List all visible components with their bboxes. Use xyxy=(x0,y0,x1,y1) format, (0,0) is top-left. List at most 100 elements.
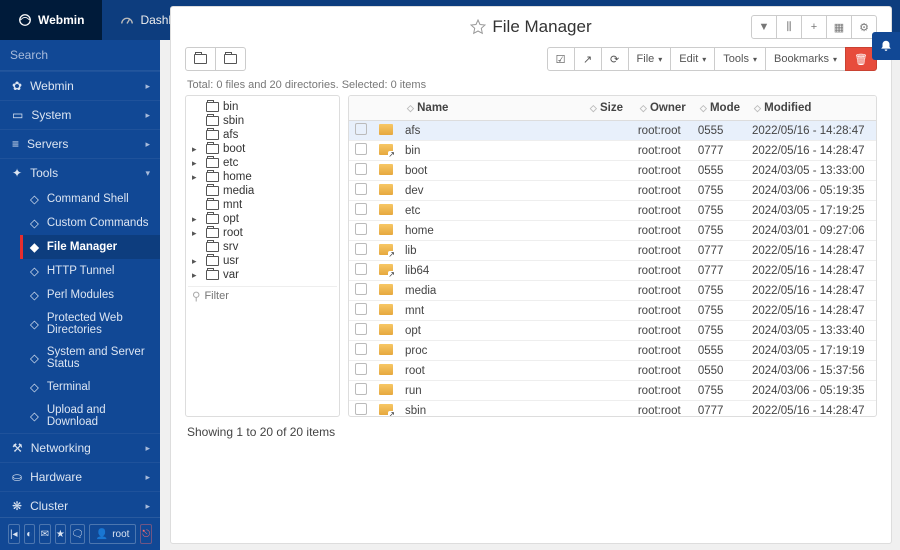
row-checkbox[interactable] xyxy=(355,363,367,375)
col-size[interactable]: ◇ Size xyxy=(582,96,632,121)
nav-terminal[interactable]: ◇Terminal xyxy=(20,375,160,399)
tree-item[interactable]: sbin xyxy=(188,114,337,128)
tree-item[interactable]: media xyxy=(188,184,337,198)
table-row[interactable]: home root:root 0755 2024/03/01 - 09:27:0… xyxy=(349,221,876,241)
tree-item[interactable]: ▸root xyxy=(188,226,337,240)
mail-button[interactable]: ✉ xyxy=(39,524,51,544)
reload-button[interactable]: ⟳ xyxy=(601,47,629,71)
row-checkbox[interactable] xyxy=(355,223,367,235)
table-row[interactable]: dev root:root 0755 2024/03/06 - 05:19:35 xyxy=(349,181,876,201)
cell-mode: 0755 xyxy=(692,381,746,401)
col-check[interactable] xyxy=(349,96,373,121)
nav-webmin[interactable]: ✿Webmin xyxy=(0,71,160,100)
row-checkbox[interactable] xyxy=(355,143,367,155)
add-button[interactable]: + xyxy=(801,15,827,39)
row-checkbox[interactable] xyxy=(355,403,367,415)
nav-system[interactable]: ▭System xyxy=(0,100,160,129)
pager-text: Showing 1 to 20 of 20 items xyxy=(185,417,877,447)
table-row[interactable]: lib64 root:root 0777 2022/05/16 - 14:28:… xyxy=(349,261,876,281)
collapse-sidebar-button[interactable]: |◂ xyxy=(8,524,20,544)
nav-protected-web[interactable]: ◇Protected Web Directories xyxy=(20,307,160,341)
tree-item[interactable]: ▸boot xyxy=(188,142,337,156)
user-button[interactable]: 👤root xyxy=(89,524,137,544)
star-outline-icon[interactable] xyxy=(470,19,486,35)
filter-button[interactable]: ▼ xyxy=(751,15,777,39)
tree-item[interactable]: mnt xyxy=(188,198,337,212)
grid-view-button[interactable]: ▦ xyxy=(826,15,852,39)
row-checkbox[interactable] xyxy=(355,163,367,175)
col-name[interactable]: ◇ Name xyxy=(399,96,582,121)
row-checkbox[interactable] xyxy=(355,203,367,215)
row-checkbox[interactable] xyxy=(355,383,367,395)
row-checkbox[interactable] xyxy=(355,183,367,195)
home-button[interactable] xyxy=(185,47,216,71)
table-row[interactable]: etc root:root 0755 2024/03/05 - 17:19:25 xyxy=(349,201,876,221)
nav-command-shell[interactable]: ◇Command Shell xyxy=(20,187,160,211)
table-row[interactable]: media root:root 0755 2022/05/16 - 14:28:… xyxy=(349,281,876,301)
tab-webmin[interactable]: Webmin xyxy=(0,0,102,40)
col-icon xyxy=(373,96,399,121)
col-modified[interactable]: ◇ Modified xyxy=(746,96,876,121)
tree-item[interactable]: ▸etc xyxy=(188,156,337,170)
nav-http-tunnel[interactable]: ◇HTTP Tunnel xyxy=(20,259,160,283)
nav-system-status[interactable]: ◇System and Server Status xyxy=(20,341,160,375)
notification-bell[interactable] xyxy=(872,32,900,60)
row-checkbox[interactable] xyxy=(355,283,367,295)
tree-item-label: sbin xyxy=(223,115,244,127)
table-row[interactable]: root root:root 0550 2024/03/06 - 15:37:5… xyxy=(349,361,876,381)
nav-custom-commands[interactable]: ◇Custom Commands xyxy=(20,211,160,235)
nav-hardware[interactable]: ⛀Hardware xyxy=(0,462,160,491)
table-row[interactable]: lib root:root 0777 2022/05/16 - 14:28:47 xyxy=(349,241,876,261)
cell-name: root xyxy=(399,361,582,381)
edit-menu[interactable]: Edit xyxy=(670,47,715,71)
col-name-label: Name xyxy=(417,102,448,114)
night-mode-button[interactable]: ◐ xyxy=(24,524,36,544)
row-checkbox[interactable] xyxy=(355,243,367,255)
deselect-button[interactable]: ↗ xyxy=(574,47,602,71)
table-row[interactable]: mnt root:root 0755 2022/05/16 - 14:28:47 xyxy=(349,301,876,321)
col-owner[interactable]: ◇ Owner xyxy=(632,96,692,121)
tree-item[interactable]: afs xyxy=(188,128,337,142)
nav-servers[interactable]: ≡Servers xyxy=(0,129,160,158)
tree-filter-input[interactable] xyxy=(204,290,340,302)
columns-button[interactable]: ⫼ xyxy=(776,15,802,39)
bookmarks-menu[interactable]: Bookmarks xyxy=(765,47,846,71)
nav-upload-download[interactable]: ◇Upload and Download xyxy=(20,399,160,433)
table-row[interactable]: proc root:root 0555 2024/03/05 - 17:19:1… xyxy=(349,341,876,361)
tree-item[interactable]: ▸home xyxy=(188,170,337,184)
nav-cluster[interactable]: ❋Cluster xyxy=(0,491,160,517)
cell-modified: 2022/05/16 - 14:28:47 xyxy=(746,281,876,301)
language-button[interactable]: 🗨 xyxy=(70,524,85,544)
row-checkbox[interactable] xyxy=(355,123,367,135)
tree-item[interactable]: ▸var xyxy=(188,268,337,282)
search-input[interactable] xyxy=(10,48,165,62)
table-row[interactable]: bin root:root 0777 2022/05/16 - 14:28:47 xyxy=(349,141,876,161)
col-mode[interactable]: ◇ Mode xyxy=(692,96,746,121)
favorite-button[interactable]: ★ xyxy=(55,524,67,544)
file-menu[interactable]: File xyxy=(628,47,672,71)
user-icon: 👤 xyxy=(96,529,108,540)
table-row[interactable]: boot root:root 0555 2024/03/05 - 13:33:0… xyxy=(349,161,876,181)
up-button[interactable] xyxy=(215,47,246,71)
tools-menu[interactable]: Tools xyxy=(714,47,766,71)
tree-item[interactable]: ▸opt xyxy=(188,212,337,226)
row-checkbox[interactable] xyxy=(355,303,367,315)
nav-perl-modules[interactable]: ◇Perl Modules xyxy=(20,283,160,307)
select-all-button[interactable]: ☑ xyxy=(547,47,575,71)
tree-item[interactable]: srv xyxy=(188,240,337,254)
cell-modified: 2022/05/16 - 14:28:47 xyxy=(746,401,876,418)
logout-button[interactable]: ⎋ xyxy=(140,524,152,544)
cell-size xyxy=(582,381,632,401)
row-checkbox[interactable] xyxy=(355,263,367,275)
table-row[interactable]: sbin root:root 0777 2022/05/16 - 14:28:4… xyxy=(349,401,876,418)
nav-networking[interactable]: ⚒Networking xyxy=(0,433,160,462)
row-checkbox[interactable] xyxy=(355,323,367,335)
table-row[interactable]: opt root:root 0755 2024/03/05 - 13:33:40 xyxy=(349,321,876,341)
table-row[interactable]: afs root:root 0555 2022/05/16 - 14:28:47 xyxy=(349,121,876,141)
nav-tools[interactable]: ✦Tools xyxy=(0,158,160,187)
tree-item[interactable]: bin xyxy=(188,100,337,114)
nav-file-manager[interactable]: ◆File Manager xyxy=(20,235,160,259)
tree-item[interactable]: ▸usr xyxy=(188,254,337,268)
row-checkbox[interactable] xyxy=(355,343,367,355)
table-row[interactable]: run root:root 0755 2024/03/06 - 05:19:35 xyxy=(349,381,876,401)
